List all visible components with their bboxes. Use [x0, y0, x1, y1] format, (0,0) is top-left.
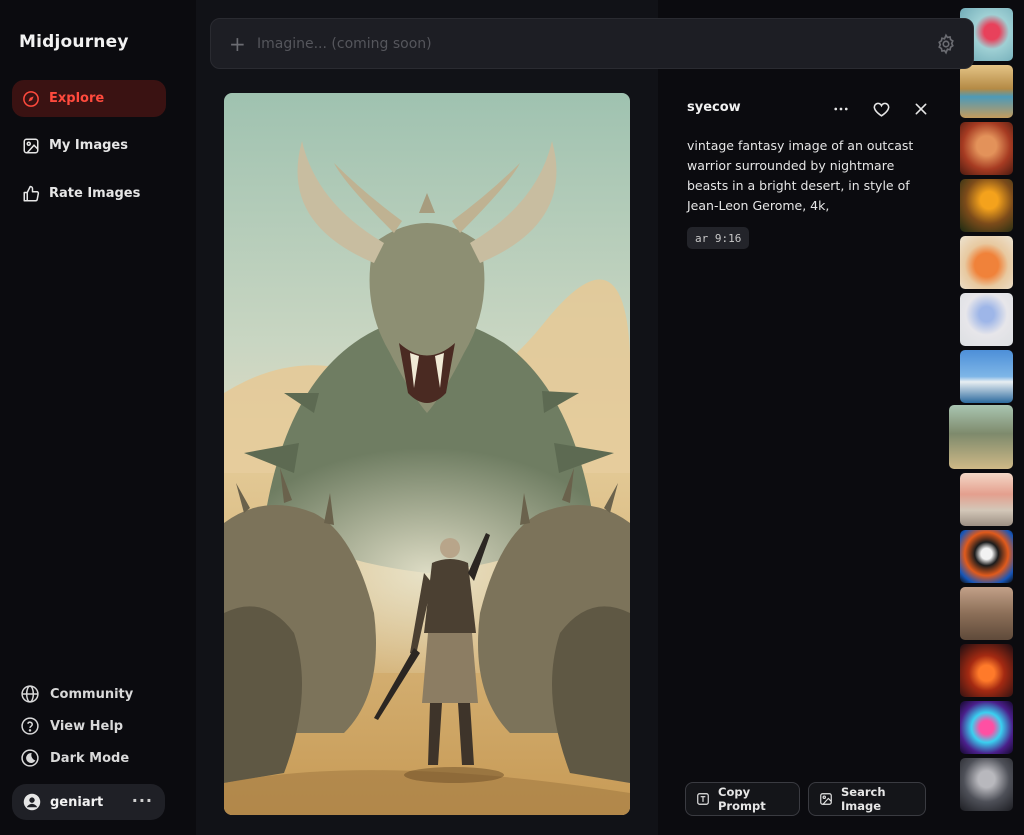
more-icon: [834, 107, 848, 111]
thumbnail[interactable]: [960, 179, 1013, 232]
copy-prompt-button[interactable]: Copy Prompt: [685, 782, 800, 816]
nav-explore[interactable]: Explore: [12, 80, 166, 117]
search-image-button[interactable]: Search Image: [808, 782, 926, 816]
thumbnail[interactable]: [960, 644, 1013, 697]
thumbnail[interactable]: [960, 758, 1013, 811]
thumbnail[interactable]: [960, 65, 1013, 118]
dark-mode-toggle[interactable]: Dark Mode: [20, 748, 129, 768]
view-help-label: View Help: [50, 718, 124, 734]
image-icon: [22, 137, 40, 155]
compass-icon: [22, 90, 40, 108]
thumbnail-selected[interactable]: [949, 405, 1013, 469]
help-icon: [20, 716, 40, 736]
like-button[interactable]: [870, 98, 892, 120]
dark-mode-label: Dark Mode: [50, 750, 130, 766]
thumbnail[interactable]: [960, 236, 1013, 289]
community-label: Community: [50, 686, 134, 702]
nav-explore-label: Explore: [49, 91, 105, 106]
thumbnail[interactable]: [960, 530, 1013, 583]
search-image-label: Search Image: [841, 785, 886, 813]
view-help-link[interactable]: View Help: [20, 716, 123, 736]
moon-icon: [20, 748, 40, 768]
detail-panel: [658, 0, 948, 835]
community-link[interactable]: Community: [20, 684, 133, 704]
brand-logo[interactable]: Midjourney: [19, 32, 129, 52]
thumbnail[interactable]: [960, 350, 1013, 403]
imagine-input[interactable]: [257, 35, 897, 52]
user-menu[interactable]: geniart ···: [12, 784, 165, 820]
copy-prompt-label: Copy Prompt: [718, 785, 766, 813]
user-avatar-icon: [23, 793, 41, 811]
more-options-button[interactable]: [830, 98, 852, 120]
nav-rate-images[interactable]: Rate Images: [12, 175, 166, 212]
main-image[interactable]: [224, 93, 630, 815]
heart-icon: [873, 102, 889, 117]
image-search-icon: [819, 792, 833, 806]
sidebar: Midjourney Explore My Images Rate Images…: [0, 0, 196, 835]
thumbnail[interactable]: [960, 587, 1013, 640]
nav-rate-images-label: Rate Images: [49, 186, 141, 201]
thumbs-up-icon: [22, 185, 40, 203]
nav-my-images[interactable]: My Images: [12, 127, 166, 164]
plus-icon[interactable]: +: [229, 32, 246, 56]
user-more-button[interactable]: ···: [132, 791, 153, 810]
close-icon: [915, 103, 927, 115]
imagine-bar[interactable]: +: [210, 18, 974, 69]
thumbnail-strip: [948, 0, 1024, 835]
gear-icon[interactable]: [935, 33, 957, 55]
thumbnail[interactable]: [960, 293, 1013, 346]
close-button[interactable]: [910, 98, 932, 120]
text-icon: [696, 792, 710, 806]
user-name: geniart: [50, 794, 104, 810]
prompt-text: vintage fantasy image of an outcast warr…: [687, 138, 914, 213]
aspect-ratio-param: ar 9:16: [687, 227, 750, 249]
thumbnail[interactable]: [960, 473, 1013, 526]
thumbnail[interactable]: [960, 701, 1013, 754]
globe-icon: [20, 684, 40, 704]
main-image-artwork: [224, 93, 630, 815]
thumbnail[interactable]: [960, 122, 1013, 175]
nav-my-images-label: My Images: [49, 138, 128, 153]
author-name[interactable]: syecow: [687, 100, 741, 115]
